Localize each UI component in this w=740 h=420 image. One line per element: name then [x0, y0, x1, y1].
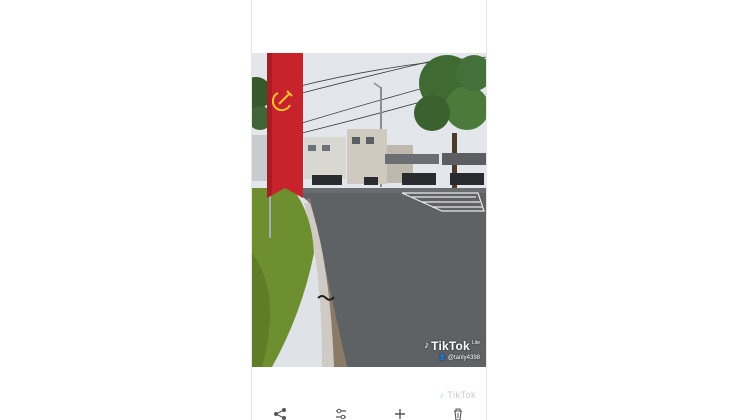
right-awning — [442, 153, 486, 165]
ghost-watermark: ♪ TikTok — [439, 390, 476, 400]
photo-viewer: • • • — [251, 0, 487, 420]
add-icon[interactable] — [390, 407, 410, 420]
viewer-title: • • • — [252, 0, 486, 5]
tiktok-logo-icon: ♪ — [424, 340, 430, 351]
bottom-toolbar — [252, 404, 486, 420]
photo[interactable]: ♪ TikTok Lite 👤 @tanly4398 — [252, 53, 486, 367]
tiktok-watermark: ♪ TikTok Lite 👤 @tanly4398 — [424, 339, 480, 361]
tiktok-edition: Lite — [471, 340, 480, 346]
share-icon[interactable] — [270, 407, 290, 420]
tiktok-brand: TikTok — [431, 339, 470, 353]
ghost-tiktok-icon: ♪ — [439, 390, 445, 400]
tiktok-username: 👤 @tanly4398 — [438, 355, 480, 361]
shop-awning — [385, 154, 439, 164]
delete-icon[interactable] — [448, 407, 468, 420]
red-banner — [267, 53, 303, 198]
user-icon: 👤 — [438, 355, 447, 361]
adjust-icon[interactable] — [331, 407, 351, 420]
building-left — [304, 137, 346, 179]
street-scene-image — [252, 53, 486, 367]
